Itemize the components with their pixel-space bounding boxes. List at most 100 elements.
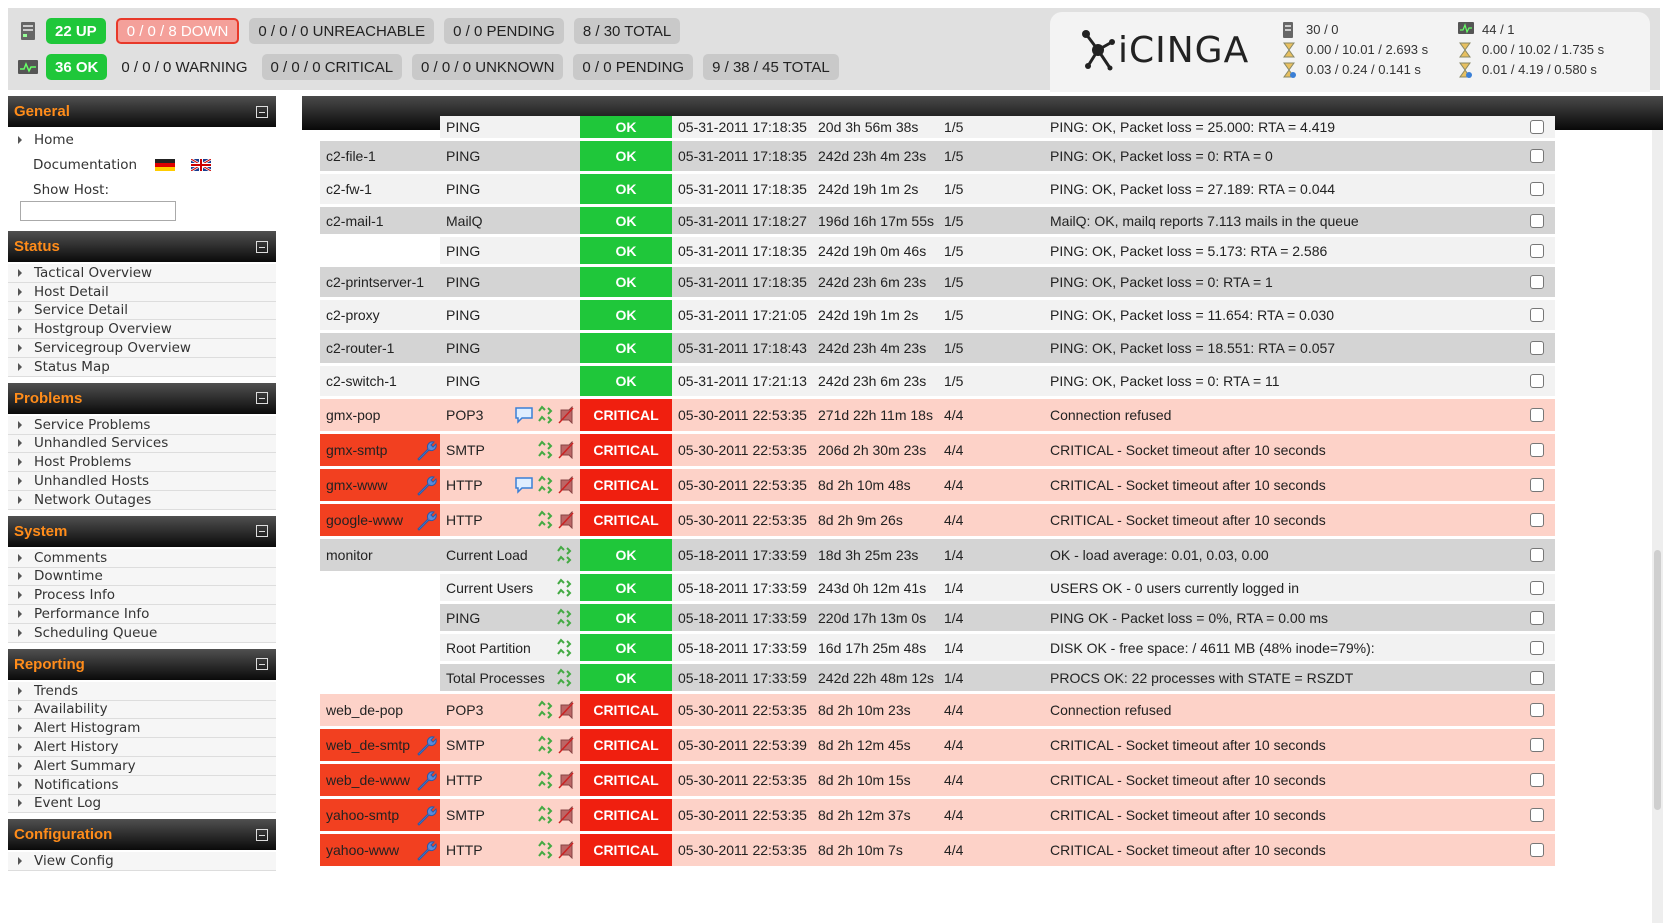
acknowledge-wrench-icon[interactable] (414, 474, 438, 498)
row-select-checkbox[interactable] (1530, 738, 1544, 752)
performance-graph-icon[interactable] (537, 405, 555, 425)
sidebar-item-alert-histogram[interactable]: Alert Histogram (8, 719, 276, 739)
sidebar-item-host-detail[interactable]: Host Detail (8, 282, 276, 302)
acknowledge-wrench-icon[interactable] (414, 509, 438, 533)
notifications-disabled-icon[interactable] (558, 701, 574, 719)
row-select-checkbox[interactable] (1530, 149, 1544, 163)
service-cell[interactable]: Total Processes (440, 664, 580, 691)
notifications-disabled-icon[interactable] (558, 511, 574, 529)
hosts-pending-badge[interactable]: 0 / 0 PENDING (444, 18, 564, 44)
service-cell[interactable]: PING (440, 174, 580, 204)
service-name-link[interactable]: PING (446, 340, 480, 356)
host-name-link[interactable]: c2-file-1 (326, 148, 376, 164)
host-cell[interactable]: web_de-www (320, 764, 440, 796)
row-select-checkbox[interactable] (1530, 182, 1544, 196)
row-select-checkbox[interactable] (1530, 443, 1544, 457)
sidebar-section-system[interactable]: System (8, 515, 276, 547)
row-select-checkbox[interactable] (1530, 580, 1544, 595)
sidebar-item-event-log[interactable]: Event Log (8, 794, 276, 814)
service-name-link[interactable]: PING (446, 243, 480, 259)
sidebar-item-service-problems[interactable]: Service Problems (8, 415, 276, 435)
show-host-input[interactable] (20, 201, 176, 221)
service-name-link[interactable]: PING (446, 148, 480, 164)
notifications-disabled-icon[interactable] (558, 841, 574, 859)
scrollbar-thumb[interactable] (1654, 550, 1661, 810)
service-name-link[interactable]: Total Processes (446, 670, 545, 686)
host-cell[interactable]: c2-router-1 (320, 333, 440, 363)
host-name-link[interactable]: c2-switch-1 (326, 373, 397, 389)
service-cell[interactable]: HTTP (440, 504, 580, 536)
service-name-link[interactable]: SMTP (446, 807, 485, 823)
service-cell[interactable]: PING (440, 267, 580, 297)
service-cell[interactable]: PING (440, 604, 580, 631)
sidebar-item-view-config[interactable]: View Config (8, 852, 276, 872)
sidebar-item-trends[interactable]: Trends (8, 681, 276, 701)
host-cell[interactable]: c2-switch-1 (320, 366, 440, 396)
row-select-checkbox[interactable] (1530, 408, 1544, 422)
comment-icon[interactable] (514, 476, 534, 494)
sidebar-item-documentation[interactable]: Documentation (8, 151, 276, 179)
row-select-checkbox[interactable] (1530, 478, 1544, 492)
host-cell[interactable]: web_de-pop (320, 694, 440, 726)
service-cell[interactable]: POP3 (440, 399, 580, 431)
host-name-link[interactable]: web_de-pop (326, 702, 403, 718)
service-name-link[interactable]: MailQ (446, 213, 483, 229)
performance-graph-icon[interactable] (537, 840, 555, 860)
hosts-unreachable-badge[interactable]: 0 / 0 / 0 UNREACHABLE (249, 18, 435, 44)
vertical-scrollbar[interactable] (1652, 130, 1663, 923)
host-name-link[interactable]: c2-printserver-1 (326, 274, 424, 290)
service-cell[interactable]: POP3 (440, 694, 580, 726)
collapse-icon[interactable] (256, 658, 268, 671)
sidebar-section-reporting[interactable]: Reporting (8, 648, 276, 680)
service-cell[interactable]: MailQ (440, 207, 580, 234)
host-name-link[interactable]: gmx-smtp (326, 442, 387, 458)
hosts-up-badge[interactable]: 22 UP (46, 18, 106, 44)
sidebar-item-unhandled-services[interactable]: Unhandled Services (8, 434, 276, 454)
row-select-checkbox[interactable] (1530, 610, 1544, 625)
acknowledge-wrench-icon[interactable] (414, 439, 438, 463)
host-cell[interactable]: yahoo-www (320, 834, 440, 866)
host-cell[interactable]: yahoo-smtp (320, 799, 440, 831)
host-name-link[interactable]: google-www (326, 512, 403, 528)
performance-graph-icon[interactable] (556, 577, 574, 598)
sidebar-item-unhandled-hosts[interactable]: Unhandled Hosts (8, 472, 276, 491)
services-unknown-badge[interactable]: 0 / 0 / 0 UNKNOWN (412, 54, 564, 80)
service-name-link[interactable]: SMTP (446, 737, 485, 753)
hosts-down-badge[interactable]: 0 / 0 / 8 DOWN (115, 18, 240, 44)
host-name-link[interactable]: monitor (326, 547, 373, 563)
host-cell[interactable]: c2-file-1 (320, 141, 440, 171)
sidebar-section-configuration[interactable]: Configuration (8, 819, 276, 851)
collapse-icon[interactable] (256, 828, 268, 841)
service-name-link[interactable]: PING (446, 181, 480, 197)
row-select-checkbox[interactable] (1530, 513, 1544, 527)
sidebar-item-alert-summary[interactable]: Alert Summary (8, 756, 276, 776)
service-name-link[interactable]: Current Load (446, 547, 528, 563)
performance-graph-icon[interactable] (537, 475, 555, 495)
host-name-link[interactable]: c2-mail-1 (326, 213, 384, 229)
service-cell[interactable]: HTTP (440, 469, 580, 501)
service-cell[interactable]: Current Users (440, 574, 580, 601)
row-select-checkbox[interactable] (1530, 341, 1544, 355)
sidebar-section-status[interactable]: Status (8, 231, 276, 262)
sidebar-item-process-info[interactable]: Process Info (8, 586, 276, 606)
german-flag-icon[interactable] (155, 159, 176, 171)
service-name-link[interactable]: Current Users (446, 580, 533, 596)
notifications-disabled-icon[interactable] (558, 406, 574, 424)
notifications-disabled-icon[interactable] (558, 771, 574, 789)
row-select-checkbox[interactable] (1530, 843, 1544, 857)
performance-graph-icon[interactable] (556, 637, 574, 658)
host-cell[interactable]: c2-printserver-1 (320, 267, 440, 297)
service-name-link[interactable]: HTTP (446, 477, 483, 493)
host-cell[interactable]: monitor (320, 539, 440, 571)
service-name-link[interactable]: POP3 (446, 407, 483, 423)
row-select-checkbox[interactable] (1530, 703, 1544, 717)
host-name-link[interactable]: c2-router-1 (326, 340, 394, 356)
services-ok-badge[interactable]: 36 OK (46, 54, 108, 80)
host-cell[interactable]: c2-proxy (320, 300, 440, 330)
row-select-checkbox[interactable] (1530, 308, 1544, 322)
comment-icon[interactable] (514, 406, 534, 424)
service-name-link[interactable]: PING (446, 373, 480, 389)
row-select-checkbox[interactable] (1530, 213, 1544, 228)
sidebar-item-network-outages[interactable]: Network Outages (8, 490, 276, 510)
service-name-link[interactable]: PING (446, 274, 480, 290)
